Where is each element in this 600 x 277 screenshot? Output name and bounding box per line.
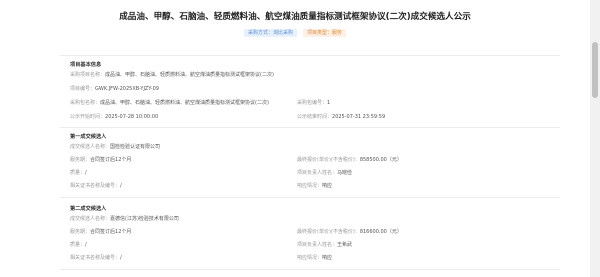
candidate-1-quality-label: 质量： (70, 170, 86, 176)
candidate-2-term-label: 服务期： (70, 229, 91, 235)
candidate-1-price-value: 858500.00（元） (359, 157, 402, 163)
candidate-2-term-value: 合同签订后12个月 (90, 229, 132, 235)
tag-group: 采购方式：询比采购 项目类型：服务 (0, 29, 590, 37)
candidate-1-response-row: 响应情况：响应 (297, 183, 332, 190)
candidate-1-term-label: 服务期： (70, 157, 91, 163)
candidate-1-term-row: 服务期：合同签订后12个月 (70, 157, 131, 164)
start-time-label: 公示开始时间： (70, 114, 106, 120)
candidate-2-cert-label: 相关证书名称及编号： (70, 255, 121, 261)
candidate-2-manager-value: 王希武 (337, 242, 353, 248)
project-name-label: 采购项目名称： (70, 72, 106, 78)
candidate-2-name-label: 成交候选人名称： (70, 216, 111, 222)
candidate-1-price-row: 最终报价(单价)(不含税价)：858500.00（元） (297, 157, 402, 164)
announcement-page: 成品油、甲醇、石脑油、轻质燃料油、航空煤油质量指标测试框架协议(二次) 成交候选人… (0, 0, 590, 277)
divider (60, 269, 560, 270)
candidate-1-cert-value: / (120, 183, 122, 189)
project-name-row: 采购项目名称：成品油、甲醇、石脑油、轻质燃料油、航空煤油质量指标测试框架协议(二… (70, 72, 274, 79)
candidate-1-name-row: 成交候选人名称：国检检验认证有限公司 (70, 144, 160, 151)
candidate-1-response-label: 响应情况： (297, 183, 323, 189)
candidate-2-quality-label: 质量： (70, 242, 86, 248)
candidate-1-manager-row: 项目负责人姓名：马晓俭 (297, 170, 352, 177)
project-no-row: 项目编号：GWK.JFW-2025XB-YJZY-09 (70, 86, 159, 93)
start-time-row: 公示开始时间：2025-07-28 10:00:00 (70, 114, 158, 121)
candidate-2-name-row: 成交候选人名称：嘉德信(江苏)检验技术有限公司 (70, 216, 179, 223)
divider (60, 197, 560, 198)
candidate-2-price-value: 816600.00（元） (359, 229, 402, 235)
candidate-1-cert-row: 相关证书名称及编号：/ (70, 183, 122, 190)
scrollbar-thumb[interactable] (592, 42, 598, 98)
candidate-1-quality-row: 质量：/ (70, 170, 87, 177)
scrollbar[interactable] (590, 0, 600, 277)
candidate-2-name-value: 嘉德信(江苏)检验技术有限公司 (110, 216, 179, 222)
project-name-value: 成品油、甲醇、石脑油、轻质燃料油、航空煤油质量指标测试框架协议(二次) (105, 72, 274, 78)
package-name-label: 采购包名称： (70, 100, 101, 106)
package-no-value: 1 (327, 100, 331, 106)
candidate-2-manager-row: 项目负责人姓名：王希武 (297, 242, 352, 249)
end-time-row: 公示结束时间：2025-07-31 23:59:59 (297, 114, 385, 121)
candidate-2-quality-value: / (85, 242, 87, 248)
start-time-value: 2025-07-28 10:00:00 (105, 114, 159, 120)
project-no-value: GWK.JFW-2025XB-YJZY-09 (95, 86, 159, 92)
candidate-1-manager-label: 项目负责人姓名： (297, 170, 338, 176)
candidate-2-manager-label: 项目负责人姓名： (297, 242, 338, 248)
candidate-1-term-value: 合同签订后12个月 (90, 157, 132, 163)
package-no-label: 采购包编号： (297, 100, 328, 106)
candidate-2-price-label: 最终报价(单价)(不含税价)： (297, 229, 360, 235)
candidate-2-cert-value: / (120, 255, 122, 261)
candidate-1-manager-value: 马晓俭 (337, 170, 353, 176)
candidate-2-quality-row: 质量：/ (70, 242, 87, 249)
divider (60, 55, 560, 56)
project-no-label: 项目编号： (70, 86, 96, 92)
package-name-value: 成品油、甲醇、石脑油、轻质燃料油、航空煤油质量指标测试框架协议(二次) (100, 100, 269, 106)
end-time-value: 2025-07-31 23:59:59 (332, 114, 386, 120)
section-title-candidate-1: 第一成交候选人 (70, 134, 107, 140)
candidate-1-name-value: 国检检验认证有限公司 (110, 144, 161, 150)
package-name-row: 采购包名称：成品油、甲醇、石脑油、轻质燃料油、航空煤油质量指标测试框架协议(二次… (70, 100, 269, 107)
project-type-tag: 项目类型：服务 (303, 29, 347, 37)
candidate-1-quality-value: / (85, 170, 87, 176)
section-title-candidate-2: 第二成交候选人 (70, 206, 107, 212)
candidate-2-cert-row: 相关证书名称及编号：/ (70, 255, 122, 262)
candidate-1-response-value: 响应 (322, 183, 333, 189)
candidate-1-name-label: 成交候选人名称： (70, 144, 111, 150)
end-time-label: 公示结束时间： (297, 114, 333, 120)
candidate-2-response-label: 响应情况： (297, 255, 323, 261)
package-no-row: 采购包编号：1 (297, 100, 330, 107)
page-title: 成品油、甲醇、石脑油、轻质燃料油、航空煤油质量指标测试框架协议(二次)成交候选人… (119, 12, 471, 22)
candidate-2-response-row: 响应情况：响应 (297, 255, 332, 262)
candidate-2-response-value: 响应 (322, 255, 333, 261)
section-title-basic-info: 项目基本信息 (70, 62, 102, 68)
procurement-method-tag: 采购方式：询比采购 (243, 29, 297, 37)
candidate-2-term-row: 服务期：合同签订后12个月 (70, 229, 131, 236)
candidate-1-cert-label: 相关证书名称及编号： (70, 183, 121, 189)
candidate-1-price-label: 最终报价(单价)(不含税价)： (297, 157, 360, 163)
divider (60, 127, 560, 128)
candidate-2-price-row: 最终报价(单价)(不含税价)：816600.00（元） (297, 229, 402, 236)
